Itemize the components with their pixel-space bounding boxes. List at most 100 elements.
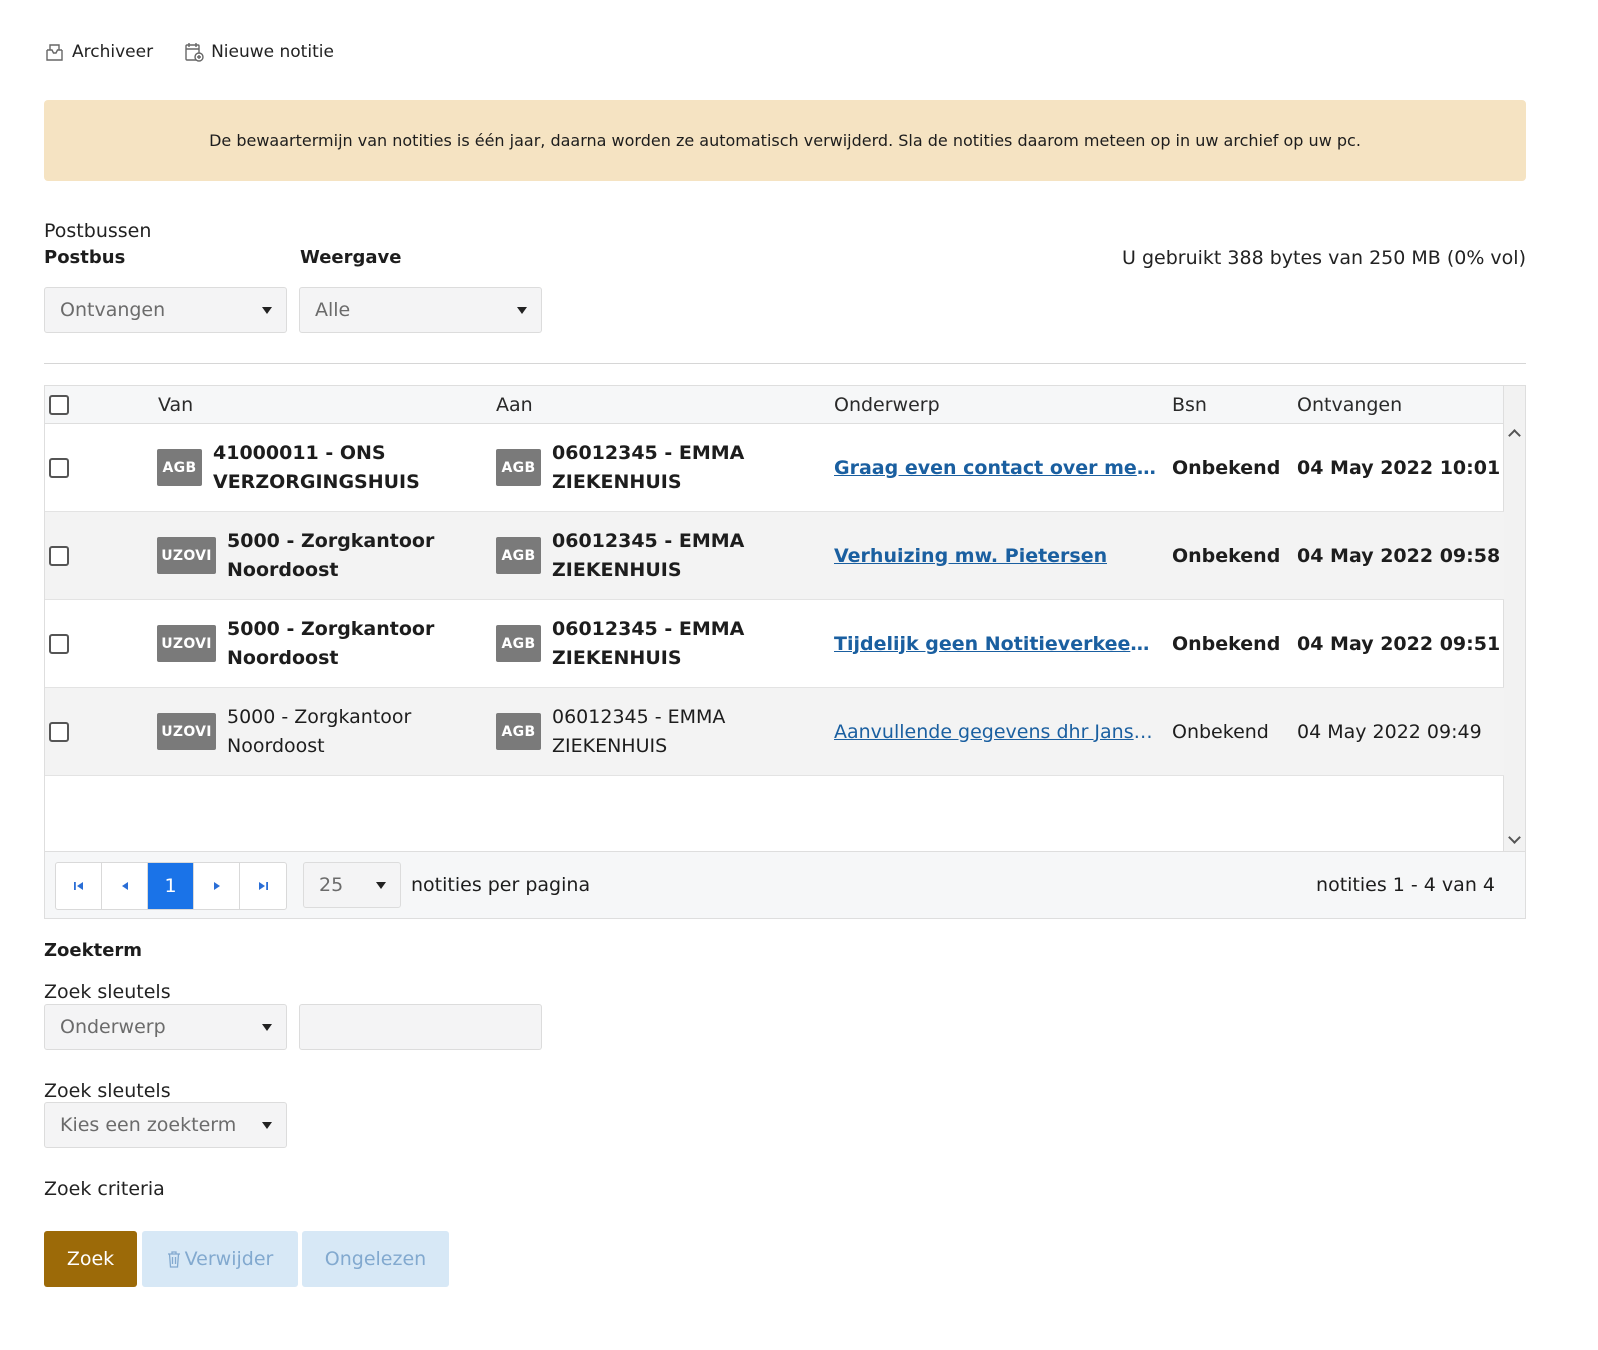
row-checkbox[interactable] [49,633,69,654]
retention-notice: De bewaartermijn van notities is één jaa… [44,100,1526,181]
table-row[interactable]: AGB 41000011 - ONS VERZORGINGSHUIS AGB 06… [45,424,1504,512]
from-party: 5000 - Zorgkantoor Noordoost [227,617,435,669]
storage-usage-text: U gebruikt 388 bytes van 250 MB (0% vol) [1122,247,1526,269]
bsn-value: Onbekend [1172,720,1269,743]
next-page-button[interactable] [194,863,240,909]
mailboxes-section-label: Postbussen [44,220,152,242]
toolbar: Archiveer Nieuwe notitie [44,38,334,66]
per-page-select[interactable]: 25 [303,862,401,908]
per-page-value: 25 [319,874,344,896]
from-party: 5000 - Zorgkantoor Noordoost [227,705,412,757]
from-type-badge: UZOVI [157,625,216,662]
mark-unread-button[interactable]: Ongelezen [302,1231,449,1287]
search-term-input[interactable] [299,1004,542,1050]
table-row[interactable]: UZOVI 5000 - Zorgkantoor Noordoost AGB 06… [45,688,1504,776]
first-page-icon [73,882,83,890]
trash-icon [167,1251,180,1268]
last-page-button[interactable] [240,863,286,909]
from-type-badge: UZOVI [157,537,216,574]
delete-button[interactable]: Verwijder [142,1231,298,1287]
row-checkbox[interactable] [49,545,69,566]
column-header-to[interactable]: Aan [496,386,533,424]
from-type-badge: AGB [157,449,202,486]
delete-label: Verwijder [184,1248,274,1270]
last-page-icon [259,882,268,890]
to-type-badge: AGB [496,713,541,750]
bsn-value: Onbekend [1172,456,1281,479]
search-criteria-label: Zoek criteria [44,1178,165,1200]
notes-grid: Van Aan Onderwerp Bsn Ontvangen AGB 4100… [44,385,1526,919]
bsn-value: Onbekend [1172,544,1281,567]
scroll-down-icon[interactable] [1508,831,1521,844]
pager-buttons: 1 [55,862,287,910]
from-type-badge: UZOVI [157,713,216,750]
caret-down-icon [262,1121,272,1129]
search-keys-label-2: Zoek sleutels [44,1080,171,1102]
subject-link[interactable]: Aanvullende gegevens dhr Janssen [834,721,1158,743]
search-term-title: Zoekterm [44,940,143,961]
received-date: 04 May 2022 09:49 [1297,720,1482,743]
new-note-icon [185,43,204,62]
search-key-select[interactable]: Onderwerp [44,1004,287,1050]
new-note-button[interactable]: Nieuwe notitie [183,41,334,63]
received-date: 04 May 2022 09:58 [1297,544,1501,567]
subject-link[interactable]: Graag even contact over mevrou... [834,457,1158,479]
caret-down-icon [376,881,386,889]
to-party: 06012345 - EMMA ZIEKENHUIS [552,441,745,493]
row-checkbox[interactable] [49,457,69,478]
mailbox-select[interactable]: Ontvangen [44,287,287,333]
view-select[interactable]: Alle [299,287,542,333]
received-date: 04 May 2022 09:51 [1297,632,1501,655]
caret-down-icon [262,306,272,314]
search-key-value: Onderwerp [60,1016,166,1038]
page-button-current[interactable]: 1 [148,863,194,909]
to-party: 06012345 - EMMA ZIEKENHUIS [552,617,745,669]
pager: 1 25 notities per pagina notities 1 - 4 … [45,851,1525,918]
column-header-subject[interactable]: Onderwerp [834,386,940,424]
to-party: 06012345 - EMMA ZIEKENHUIS [552,705,726,757]
to-type-badge: AGB [496,625,541,662]
from-party: 41000011 - ONS VERZORGINGSHUIS [213,441,420,493]
search-term-select[interactable]: Kies een zoekterm [44,1102,287,1148]
row-checkbox[interactable] [49,721,69,742]
table-row[interactable]: UZOVI 5000 - Zorgkantoor Noordoost AGB 06… [45,600,1504,688]
previous-page-button[interactable] [102,863,148,909]
new-note-label: Nieuwe notitie [211,42,334,62]
previous-page-icon [121,882,128,890]
from-party: 5000 - Zorgkantoor Noordoost [227,529,435,581]
scroll-up-icon[interactable] [1508,429,1521,442]
view-select-value: Alle [315,299,351,321]
column-header-received[interactable]: Ontvangen [1297,386,1402,424]
notes-page: Archiveer Nieuwe notitie De bewaartermij… [0,0,1598,1350]
per-page-label: notities per pagina [411,874,591,896]
mailbox-select-value: Ontvangen [60,299,166,321]
archive-label: Archiveer [72,42,154,62]
received-date: 04 May 2022 10:01 [1297,456,1501,479]
column-header-bsn[interactable]: Bsn [1172,386,1207,424]
subject-link[interactable]: Verhuizing mw. Pietersen [834,545,1107,567]
retention-notice-text: De bewaartermijn van notities is één jaa… [209,131,1361,150]
subject-link[interactable]: Tijdelijk geen Notitieverkeer mog... [834,633,1158,655]
to-type-badge: AGB [496,449,541,486]
bsn-value: Onbekend [1172,632,1281,655]
vertical-scrollbar[interactable] [1503,386,1525,851]
next-page-icon [213,882,220,890]
view-label: Weergave [300,247,402,268]
column-header-from[interactable]: Van [158,386,193,424]
archive-icon [46,44,63,61]
select-all-checkbox[interactable] [49,395,69,415]
items-count: notities 1 - 4 van 4 [1316,874,1495,896]
divider [44,363,1526,364]
search-button[interactable]: Zoek [44,1231,137,1287]
archive-button[interactable]: Archiveer [44,41,153,63]
mailbox-label: Postbus [44,247,126,268]
table-row[interactable]: UZOVI 5000 - Zorgkantoor Noordoost AGB 06… [45,512,1504,600]
first-page-button[interactable] [56,863,102,909]
caret-down-icon [262,1023,272,1031]
grid-header: Van Aan Onderwerp Bsn Ontvangen [45,386,1504,424]
to-party: 06012345 - EMMA ZIEKENHUIS [552,529,745,581]
to-type-badge: AGB [496,537,541,574]
search-keys-label: Zoek sleutels [44,981,171,1003]
caret-down-icon [517,306,527,314]
search-term-select-value: Kies een zoekterm [60,1114,237,1136]
